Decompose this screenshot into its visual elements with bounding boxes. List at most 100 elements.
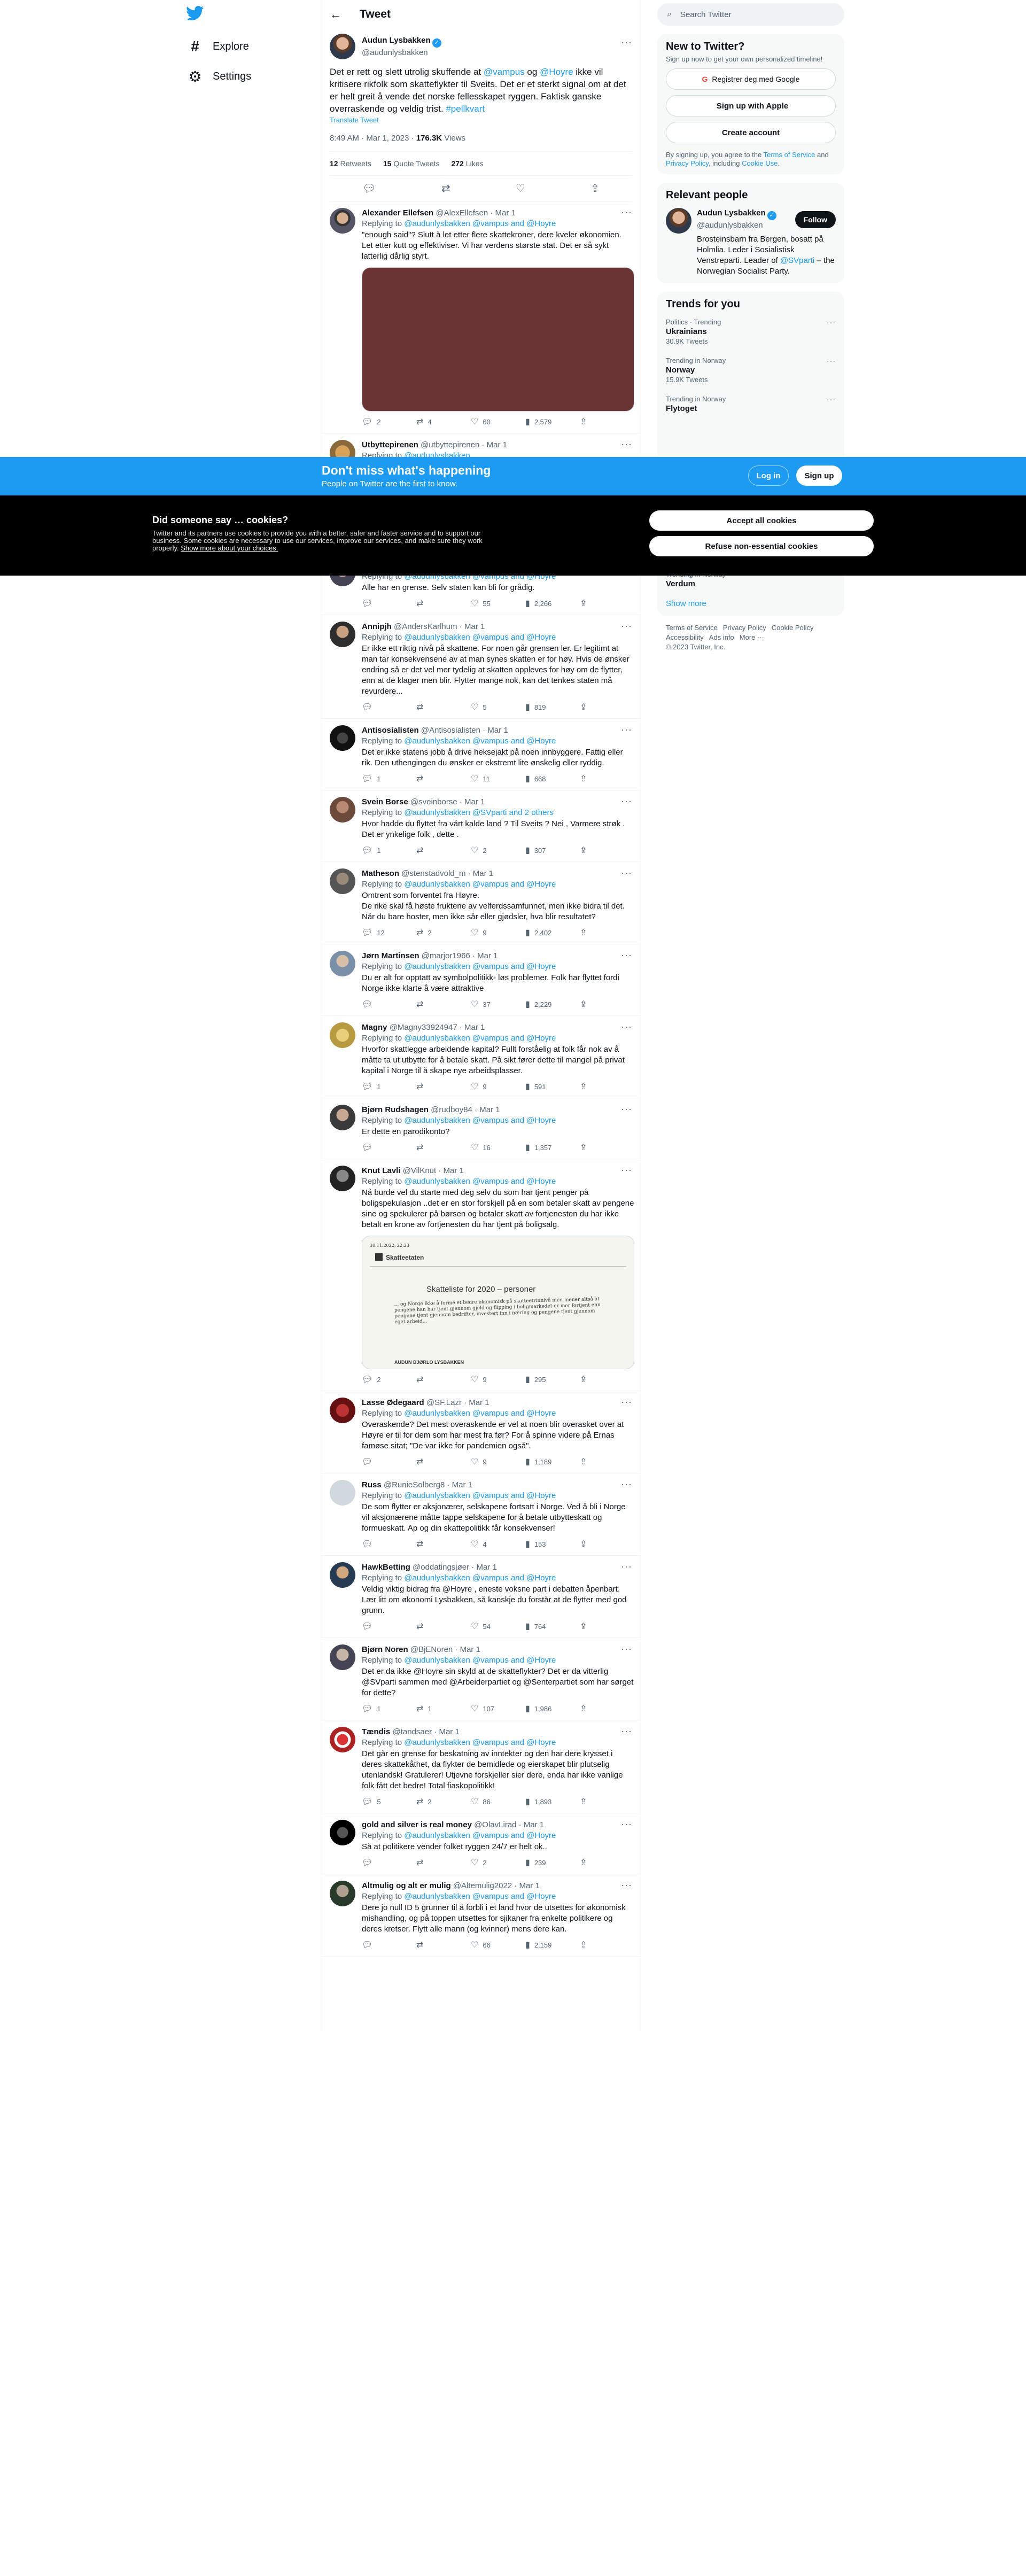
reply-button[interactable]: 💬︎ 2 bbox=[362, 417, 416, 428]
more-options-icon[interactable]: ··· bbox=[827, 395, 836, 404]
avatar[interactable] bbox=[330, 1480, 355, 1506]
footer-link[interactable]: Terms of Service bbox=[666, 624, 718, 632]
like-button[interactable]: ♡ 107 bbox=[471, 1704, 525, 1714]
retweet-button[interactable]: ⇄ 4 bbox=[416, 417, 471, 428]
like-button[interactable]: ♡ 9 bbox=[471, 928, 525, 938]
more-options-icon[interactable]: ··· bbox=[621, 620, 632, 632]
retweet-button[interactable]: ⇄ 2 bbox=[416, 1797, 471, 1807]
reply-author-handle[interactable]: @marjor1966 · Mar 1 bbox=[422, 951, 498, 960]
like-button[interactable]: ♡ 66 bbox=[471, 1940, 525, 1951]
reply-author-handle[interactable]: @BjENoren · Mar 1 bbox=[410, 1645, 480, 1654]
replying-mentions-link[interactable]: @audunlysbakken @vampus and @Hoyre bbox=[404, 962, 556, 971]
reply-author-name[interactable]: gold and silver is real money bbox=[362, 1820, 472, 1829]
likes-stat[interactable]: 272 Likes bbox=[451, 159, 483, 168]
share-button[interactable]: ⇪ bbox=[580, 774, 634, 785]
cookie-use-link[interactable]: Cookie Use bbox=[742, 159, 778, 167]
share-button[interactable]: ⇪ bbox=[580, 417, 634, 428]
hashtag-link[interactable]: #pellkvart bbox=[446, 104, 485, 114]
reply-author-name[interactable]: Bjørn Noren bbox=[362, 1645, 408, 1654]
share-button[interactable]: ⇪ bbox=[580, 1940, 634, 1951]
more-options-icon[interactable]: ··· bbox=[621, 1396, 632, 1408]
replying-mentions-link[interactable]: @audunlysbakken @vampus and @Hoyre bbox=[404, 880, 556, 889]
show-more-link[interactable]: Show more bbox=[666, 599, 836, 608]
quotes-stat[interactable]: 15 Quote Tweets bbox=[383, 159, 440, 168]
nav-settings[interactable]: ⚙ Settings bbox=[182, 63, 251, 90]
avatar[interactable] bbox=[330, 1881, 355, 1906]
more-options-icon[interactable]: ··· bbox=[621, 1165, 632, 1176]
like-button[interactable]: ♡ 37 bbox=[471, 999, 525, 1010]
reply-button[interactable]: 💬︎ bbox=[362, 702, 416, 713]
footer-link[interactable]: Accessibility bbox=[666, 633, 704, 641]
share-button[interactable]: ⇪ bbox=[580, 1704, 634, 1714]
share-button[interactable]: ⇪ bbox=[580, 1457, 634, 1468]
more-options-icon[interactable]: ··· bbox=[621, 1021, 632, 1033]
retweet-button[interactable]: ⇄ bbox=[416, 999, 471, 1010]
replying-mentions-link[interactable]: @audunlysbakken @vampus and @Hoyre bbox=[404, 736, 556, 746]
views-button[interactable]: ▮ 2,266 bbox=[525, 599, 580, 609]
reply-tweet[interactable]: Russ @RunieSolberg8 · Mar 1 Replying to … bbox=[321, 1473, 641, 1556]
privacy-policy-link[interactable]: Privacy Policy bbox=[666, 159, 709, 167]
more-options-icon[interactable]: ··· bbox=[621, 1479, 632, 1490]
like-button[interactable]: ♡ 54 bbox=[471, 1621, 525, 1632]
reply-author-handle[interactable]: @VilKnut · Mar 1 bbox=[403, 1166, 464, 1175]
reply-button[interactable]: 💬︎ 12 bbox=[362, 928, 416, 938]
reply-button[interactable]: 💬︎ bbox=[362, 1457, 416, 1468]
avatar[interactable] bbox=[666, 208, 691, 234]
avatar[interactable] bbox=[330, 1644, 355, 1670]
share-button[interactable]: ⇪ bbox=[580, 599, 634, 609]
share-icon[interactable]: ⇪ bbox=[590, 182, 600, 195]
reply-author-name[interactable]: Altmulig og alt er mulig bbox=[362, 1881, 451, 1890]
views-button[interactable]: ▮ 295 bbox=[525, 1375, 580, 1385]
reply-author-name[interactable]: Alexander Ellefsen bbox=[362, 208, 433, 218]
views-button[interactable]: ▮ 819 bbox=[525, 702, 580, 713]
replying-mentions-link[interactable]: @audunlysbakken @vampus and @Hoyre bbox=[404, 1491, 556, 1500]
reply-author-name[interactable]: HawkBetting bbox=[362, 1563, 410, 1572]
views-button[interactable]: ▮ 1,189 bbox=[525, 1457, 580, 1468]
reply-author-handle[interactable]: @Magny33924947 · Mar 1 bbox=[390, 1023, 485, 1032]
retweet-button[interactable]: ⇄ 2 bbox=[416, 928, 471, 938]
replying-mentions-link[interactable]: @audunlysbakken @vampus and @Hoyre bbox=[404, 219, 556, 228]
reply-button[interactable]: 💬︎ bbox=[362, 999, 416, 1010]
person-handle[interactable]: @audunlysbakken bbox=[697, 220, 776, 231]
avatar[interactable] bbox=[330, 34, 355, 59]
reply-tweet[interactable]: Svein Borse @sveinborse · Mar 1 Replying… bbox=[321, 790, 641, 862]
views-button[interactable]: ▮ 239 bbox=[525, 1858, 580, 1868]
more-options-icon[interactable]: ··· bbox=[621, 1643, 632, 1655]
views-button[interactable]: ▮ 764 bbox=[525, 1621, 580, 1632]
retweet-button[interactable]: ⇄ bbox=[416, 1858, 471, 1868]
reply-author-name[interactable]: Magny bbox=[362, 1023, 387, 1032]
reply-author-name[interactable]: Utbyttepirenen bbox=[362, 440, 418, 449]
reply-button[interactable]: 💬︎ 1 bbox=[362, 1082, 416, 1092]
more-options-icon[interactable]: ··· bbox=[621, 207, 632, 218]
like-button[interactable]: ♡ 2 bbox=[471, 845, 525, 856]
more-options-icon[interactable]: ··· bbox=[621, 37, 632, 48]
views-button[interactable]: ▮ 1,893 bbox=[525, 1797, 580, 1807]
reply-button[interactable]: 💬︎ 5 bbox=[362, 1797, 416, 1807]
views-button[interactable]: ▮ 2,402 bbox=[525, 928, 580, 938]
reply-tweet[interactable]: Bjørn Noren @BjENoren · Mar 1 Replying t… bbox=[321, 1638, 641, 1720]
replying-mentions-link[interactable]: @audunlysbakken @vampus and @Hoyre bbox=[404, 1116, 556, 1125]
reply-tweet[interactable]: Lasse Ødegaard @SF.Lazr · Mar 1 Replying… bbox=[321, 1391, 641, 1473]
replying-mentions-link[interactable]: @audunlysbakken @SVparti and 2 others bbox=[404, 808, 554, 817]
mention-link[interactable]: @Hoyre bbox=[540, 67, 573, 77]
reply-author-name[interactable]: Jørn Martinsen bbox=[362, 951, 419, 960]
reply-button[interactable]: 💬︎ bbox=[362, 1143, 416, 1153]
footer-link[interactable]: Cookie Policy bbox=[772, 624, 814, 632]
retweet-button[interactable]: ⇄ bbox=[416, 1621, 471, 1632]
replying-mentions-link[interactable]: @audunlysbakken @vampus and @Hoyre bbox=[404, 1573, 556, 1582]
author-handle[interactable]: @audunlysbakken bbox=[362, 48, 441, 58]
views-button[interactable]: ▮ 2,159 bbox=[525, 1940, 580, 1951]
replying-mentions-link[interactable]: @audunlysbakken @vampus and @Hoyre bbox=[404, 1409, 556, 1418]
views-button[interactable]: ▮ 1,357 bbox=[525, 1143, 580, 1153]
retweet-button[interactable]: ⇄ bbox=[416, 1082, 471, 1092]
search-bar[interactable]: ⌕ Search Twitter bbox=[657, 3, 844, 26]
more-options-icon[interactable]: ··· bbox=[621, 724, 632, 735]
more-options-icon[interactable]: ··· bbox=[621, 950, 632, 961]
mention-link[interactable]: @SVparti bbox=[780, 256, 814, 265]
avatar[interactable] bbox=[330, 1820, 355, 1845]
reply-author-handle[interactable]: @Altemulig2022 · Mar 1 bbox=[453, 1881, 540, 1890]
reply-tweet[interactable]: HawkBetting @oddatingsjøer · Mar 1 Reply… bbox=[321, 1556, 641, 1638]
retweet-button[interactable]: ⇄ 1 bbox=[416, 1704, 471, 1714]
views-button[interactable]: ▮ 668 bbox=[525, 774, 580, 785]
replying-mentions-link[interactable]: @audunlysbakken @vampus and @Hoyre bbox=[404, 633, 556, 642]
